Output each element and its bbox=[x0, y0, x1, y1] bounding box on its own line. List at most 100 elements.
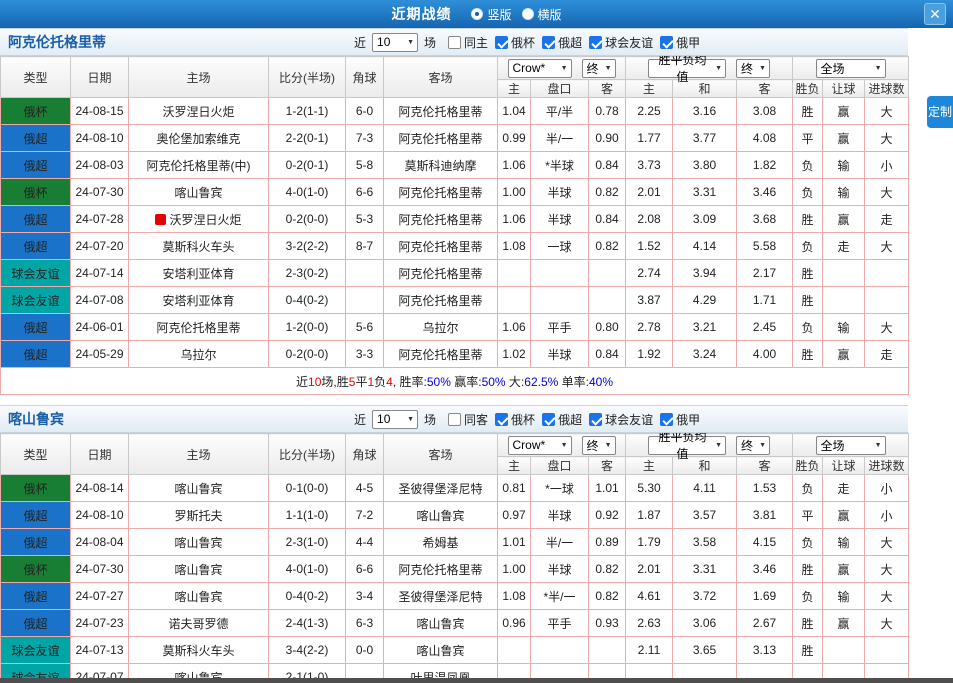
home-team-link[interactable]: 莫斯科火车头 bbox=[129, 233, 269, 260]
match-score-link[interactable]: 2-4(1-3) bbox=[269, 610, 346, 637]
away-team-link[interactable]: 阿克伦托格里蒂 bbox=[384, 233, 498, 260]
match-score-link[interactable]: 2-3(1-0) bbox=[269, 529, 346, 556]
league-checkbox-first[interactable] bbox=[660, 36, 673, 49]
match-score-link[interactable]: 0-4(0-2) bbox=[269, 583, 346, 610]
league-checkbox-first[interactable] bbox=[660, 413, 673, 426]
bookmaker-select[interactable]: Crow* ▼ bbox=[508, 436, 572, 455]
same-venue-checkbox[interactable] bbox=[448, 413, 461, 426]
away-team-link[interactable]: 阿克伦托格里蒂 bbox=[384, 179, 498, 206]
home-team-link[interactable]: 安塔利亚体育 bbox=[129, 260, 269, 287]
away-team-link[interactable]: 阿克伦托格里蒂 bbox=[384, 287, 498, 314]
home-team-link[interactable]: 沃罗涅日火炬 bbox=[129, 98, 269, 125]
home-team-link[interactable]: 莫斯科火车头 bbox=[129, 637, 269, 664]
away-team-link[interactable]: 阿克伦托格里蒂 bbox=[384, 125, 498, 152]
league-checkbox-friendly[interactable] bbox=[589, 36, 602, 49]
match-score-link[interactable]: 3-2(2-2) bbox=[269, 233, 346, 260]
scope-select[interactable]: 全场 ▼ bbox=[816, 436, 886, 455]
match-score-link[interactable]: 0-1(0-0) bbox=[269, 475, 346, 502]
home-team-link[interactable]: 安塔利亚体育 bbox=[129, 287, 269, 314]
horizontal-layout-radio[interactable] bbox=[522, 8, 534, 20]
match-score-link[interactable]: 0-2(0-0) bbox=[269, 341, 346, 368]
avg-away-odds: 4.15 bbox=[737, 529, 793, 556]
match-score-link[interactable]: 2-2(0-1) bbox=[269, 125, 346, 152]
final-avg-select[interactable]: 终 ▼ bbox=[736, 59, 770, 78]
match-score-link[interactable]: 3-4(2-2) bbox=[269, 637, 346, 664]
home-team-link[interactable]: 阿克伦托格里蒂(中) bbox=[129, 152, 269, 179]
home-team-link[interactable]: 喀山鲁宾 bbox=[129, 179, 269, 206]
horizontal-scrollbar[interactable] bbox=[0, 678, 953, 683]
away-team-link[interactable]: 喀山鲁宾 bbox=[384, 502, 498, 529]
match-score-link[interactable]: 1-1(1-0) bbox=[269, 502, 346, 529]
away-team-link[interactable]: 喀山鲁宾 bbox=[384, 637, 498, 664]
match-score-link[interactable]: 0-2(0-0) bbox=[269, 206, 346, 233]
away-team-link[interactable]: 莫斯科迪纳摩 bbox=[384, 152, 498, 179]
avg-odds-select[interactable]: 胜平负均值 ▼ bbox=[648, 436, 726, 455]
away-odds: 0.82 bbox=[589, 179, 626, 206]
goals-outcome: 大 bbox=[865, 583, 909, 610]
match-score-link[interactable]: 0-2(0-1) bbox=[269, 152, 346, 179]
league-checkbox-cup[interactable] bbox=[495, 36, 508, 49]
match-count-select[interactable]: 10 ▼ bbox=[372, 410, 418, 429]
match-score-link[interactable]: 4-0(1-0) bbox=[269, 556, 346, 583]
customize-button[interactable]: 定制 bbox=[927, 96, 953, 128]
away-team-link[interactable]: 乌拉尔 bbox=[384, 314, 498, 341]
away-team-link[interactable]: 阿克伦托格里蒂 bbox=[384, 341, 498, 368]
handicap-line: *一球 bbox=[531, 475, 589, 502]
avg-home-odds: 1.77 bbox=[626, 125, 673, 152]
result-outcome: 负 bbox=[793, 233, 823, 260]
match-score-link[interactable]: 1-2(1-1) bbox=[269, 98, 346, 125]
away-odds: 0.78 bbox=[589, 98, 626, 125]
team-name: 阿克伦托格里蒂 bbox=[8, 32, 106, 52]
avg-draw-odds: 4.11 bbox=[673, 475, 737, 502]
home-team-link[interactable]: 喀山鲁宾 bbox=[129, 529, 269, 556]
corner-count: 6-0 bbox=[346, 98, 384, 125]
home-team-link[interactable]: 诺夫哥罗德 bbox=[129, 610, 269, 637]
home-team-link[interactable]: 罗斯托夫 bbox=[129, 502, 269, 529]
scope-select[interactable]: 全场 ▼ bbox=[816, 59, 886, 78]
away-team-link[interactable]: 圣彼得堡泽尼特 bbox=[384, 583, 498, 610]
final-odds-select[interactable]: 终 ▼ bbox=[582, 436, 616, 455]
home-team-link[interactable]: 喀山鲁宾 bbox=[129, 475, 269, 502]
league-checkbox-super[interactable] bbox=[542, 413, 555, 426]
same-venue-checkbox[interactable] bbox=[448, 36, 461, 49]
home-team-link[interactable]: 奥伦堡加索维克 bbox=[129, 125, 269, 152]
final-odds-select[interactable]: 终 ▼ bbox=[582, 59, 616, 78]
avg-away-odds: 5.58 bbox=[737, 233, 793, 260]
league-checkbox-cup[interactable] bbox=[495, 413, 508, 426]
home-team-link[interactable]: 沃罗涅日火炬 bbox=[129, 206, 269, 233]
corner-count: 6-6 bbox=[346, 556, 384, 583]
match-score-link[interactable]: 1-2(0-0) bbox=[269, 314, 346, 341]
away-team-link[interactable]: 希姆基 bbox=[384, 529, 498, 556]
away-team-link[interactable]: 阿克伦托格里蒂 bbox=[384, 556, 498, 583]
home-team-link[interactable]: 阿克伦托格里蒂 bbox=[129, 314, 269, 341]
home-team-link[interactable]: 乌拉尔 bbox=[129, 341, 269, 368]
avg-odds-select[interactable]: 胜平负均值 ▼ bbox=[648, 59, 726, 78]
away-team-link[interactable]: 阿克伦托格里蒂 bbox=[384, 206, 498, 233]
match-score-link[interactable]: 0-4(0-2) bbox=[269, 287, 346, 314]
league-checkbox-super[interactable] bbox=[542, 36, 555, 49]
final-avg-select[interactable]: 终 ▼ bbox=[736, 436, 770, 455]
corner-count bbox=[346, 260, 384, 287]
away-team-link[interactable]: 喀山鲁宾 bbox=[384, 610, 498, 637]
away-odds: 0.84 bbox=[589, 152, 626, 179]
away-team-link[interactable]: 阿克伦托格里蒂 bbox=[384, 98, 498, 125]
close-button[interactable]: ✕ bbox=[924, 3, 946, 25]
match-count-select[interactable]: 10 ▼ bbox=[372, 33, 418, 52]
home-team-link[interactable]: 喀山鲁宾 bbox=[129, 583, 269, 610]
match-type-badge: 俄杯 bbox=[1, 179, 71, 206]
vertical-layout-radio[interactable] bbox=[471, 8, 483, 20]
match-score-link[interactable]: 4-0(1-0) bbox=[269, 179, 346, 206]
home-team-link[interactable]: 喀山鲁宾 bbox=[129, 556, 269, 583]
away-team-link[interactable]: 阿克伦托格里蒂 bbox=[384, 260, 498, 287]
scope-value: 全场 bbox=[821, 437, 845, 454]
home-odds: 1.00 bbox=[498, 179, 531, 206]
league-checkbox-friendly[interactable] bbox=[589, 413, 602, 426]
chevron-down-icon: ▼ bbox=[875, 65, 882, 72]
col-type: 类型 bbox=[1, 57, 71, 98]
chevron-down-icon: ▼ bbox=[759, 65, 766, 72]
away-team-link[interactable]: 圣彼得堡泽尼特 bbox=[384, 475, 498, 502]
avg-home-odds: 4.61 bbox=[626, 583, 673, 610]
away-odds bbox=[589, 637, 626, 664]
match-score-link[interactable]: 2-3(0-2) bbox=[269, 260, 346, 287]
bookmaker-select[interactable]: Crow* ▼ bbox=[508, 59, 572, 78]
